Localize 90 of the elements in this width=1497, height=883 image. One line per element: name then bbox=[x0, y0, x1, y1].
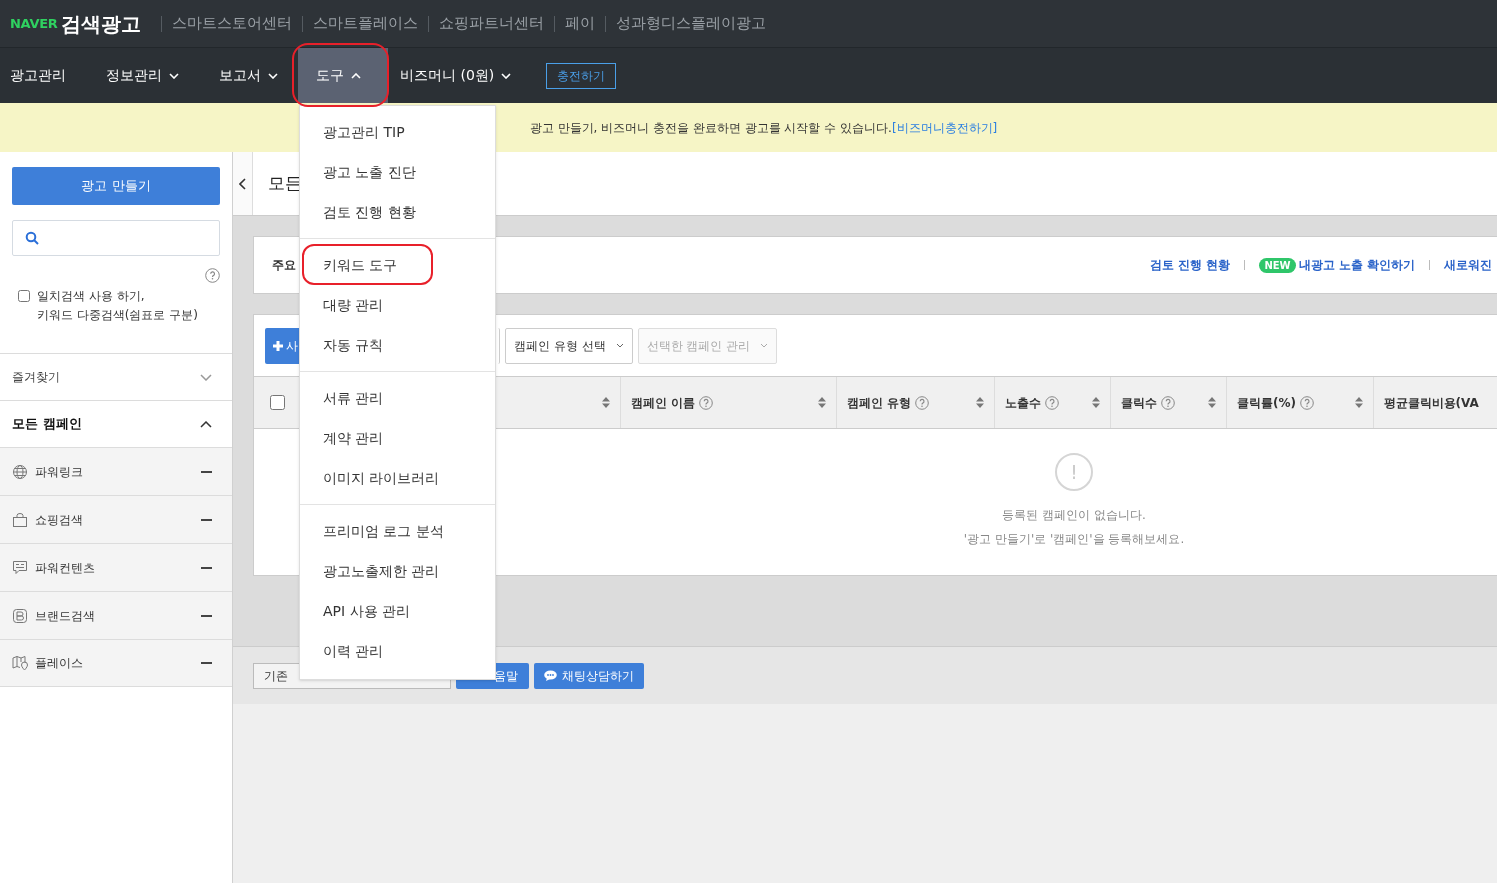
menu-item[interactable]: 검토 진행 현황 bbox=[300, 192, 495, 232]
chevron-icon bbox=[760, 343, 769, 348]
chevron-left-icon bbox=[239, 177, 246, 190]
nav-tab[interactable]: 보고서 bbox=[209, 48, 298, 103]
menu-item[interactable]: API 사용 관리 bbox=[300, 591, 495, 631]
chat-icon bbox=[544, 670, 557, 681]
minus-icon bbox=[201, 614, 212, 617]
help-icon bbox=[699, 395, 714, 410]
menu-item[interactable]: 광고 노출 진단 bbox=[300, 152, 495, 192]
create-ad-button[interactable]: 광고 만들기 bbox=[12, 167, 220, 205]
search-icon bbox=[25, 231, 39, 245]
banner-message: 광고 만들기, 비즈머니 충전을 완료하면 광고를 시작할 수 있습니다. bbox=[529, 119, 892, 137]
notice-link[interactable]: 검토 진행 현황 bbox=[1150, 256, 1231, 274]
minus-icon bbox=[201, 566, 212, 569]
sort-icon bbox=[602, 397, 611, 408]
notice-title: 주요 bbox=[272, 257, 296, 274]
help-icon bbox=[1300, 395, 1315, 410]
sidebar-section[interactable]: 즐겨찾기 bbox=[0, 353, 232, 400]
campaign-type-item[interactable]: 파워컨텐츠 bbox=[0, 543, 232, 591]
speech-bubble-icon bbox=[12, 559, 28, 576]
brand-logo[interactable]: NAVER bbox=[10, 13, 58, 34]
sort-icon bbox=[817, 397, 826, 408]
column-header[interactable]: 캠페인 이름 bbox=[631, 393, 696, 412]
header-link[interactable]: 페이 bbox=[565, 12, 596, 35]
notice-link[interactable]: NEW 내광고 노출 확인하기 bbox=[1259, 256, 1415, 274]
exact-match-checkbox[interactable] bbox=[18, 290, 30, 302]
nav-tab[interactable]: 광고관리 bbox=[0, 48, 96, 103]
notice-link[interactable]: 새로워진 bbox=[1444, 256, 1492, 274]
minus-icon bbox=[201, 662, 212, 664]
sort-icon bbox=[1092, 397, 1101, 408]
chevron-icon bbox=[351, 72, 361, 79]
sort-icon bbox=[976, 397, 985, 408]
header-link[interactable]: 스마트플레이스 bbox=[313, 12, 419, 35]
campaign-type-item[interactable]: 브랜드검색 bbox=[0, 591, 232, 639]
column-header[interactable]: 캠페인 유형 bbox=[846, 393, 911, 412]
map-pin-icon bbox=[12, 655, 28, 671]
campaign-type-item[interactable]: 플레이스 bbox=[0, 639, 232, 687]
charge-link[interactable]: [비즈머니충전하기] bbox=[891, 118, 998, 137]
chevron-icon bbox=[501, 72, 512, 79]
page-title: 모든 bbox=[268, 171, 302, 195]
menu-item[interactable]: 계약 관리 bbox=[300, 418, 495, 458]
chevron-icon bbox=[268, 72, 278, 79]
menu-item[interactable]: 서류 관리 bbox=[300, 378, 495, 418]
header-link[interactable]: 스마트스토어센터 bbox=[172, 12, 293, 35]
menu-item[interactable]: 프리미엄 로그 분석 bbox=[300, 511, 495, 551]
help-icon bbox=[1161, 395, 1176, 410]
collapse-button[interactable] bbox=[233, 152, 253, 215]
sort-icon bbox=[1354, 397, 1363, 408]
menu-item[interactable]: 자동 규칙 bbox=[300, 325, 495, 365]
minus-icon bbox=[201, 470, 212, 473]
menu-item[interactable]: 대량 관리 bbox=[300, 285, 495, 325]
nav-tab[interactable]: 정보관리 bbox=[96, 48, 209, 103]
add-campaign-button[interactable]: 사 bbox=[265, 327, 301, 364]
help-icon bbox=[205, 268, 220, 283]
header-link[interactable]: 성과형디스플레이광고 bbox=[616, 12, 767, 35]
menu-item[interactable]: 광고노출제한 관리 bbox=[300, 551, 495, 591]
letter-b-icon bbox=[12, 607, 28, 624]
chevron-icon bbox=[200, 373, 212, 381]
charge-button[interactable]: 충전하기 bbox=[546, 62, 616, 89]
exact-match-label: 일치검색 사용 하기, 키워드 다중검색(쉼표로 구분) bbox=[37, 288, 198, 324]
campaign-type-item[interactable]: 쇼핑검색 bbox=[0, 495, 232, 543]
globe-icon bbox=[12, 463, 28, 480]
plus-icon bbox=[273, 340, 283, 351]
sort-icon bbox=[1208, 397, 1217, 408]
alert-icon: ! bbox=[1055, 453, 1093, 491]
minus-icon bbox=[201, 518, 212, 521]
new-badge: NEW bbox=[1259, 257, 1296, 273]
nav-tab[interactable]: 도구 bbox=[298, 48, 388, 103]
chevron-icon bbox=[169, 72, 179, 79]
column-header[interactable]: 클릭수 bbox=[1121, 393, 1158, 412]
header-link[interactable]: 쇼핑파트너센터 bbox=[439, 12, 545, 35]
shopping-bag-icon bbox=[12, 511, 28, 528]
column-header[interactable]: 노출수 bbox=[1005, 393, 1042, 412]
empty-message: 등록된 캠페인이 없습니다. '광고 만들기'로 '캠페인'을 등록해보세요. bbox=[963, 507, 1185, 548]
campaign-type-select[interactable]: 캠페인 유형 선택 bbox=[505, 327, 633, 364]
menu-item[interactable]: 이미지 라이브러리 bbox=[300, 458, 495, 498]
chevron-icon bbox=[615, 343, 624, 348]
help-icon bbox=[915, 395, 929, 410]
nav-tab[interactable]: 비즈머니 (0원) bbox=[388, 48, 536, 103]
column-header[interactable]: 클릭률(%) bbox=[1237, 393, 1297, 412]
help-icon bbox=[1045, 395, 1060, 410]
search-field[interactable] bbox=[12, 220, 220, 256]
select-all-checkbox[interactable] bbox=[270, 395, 286, 410]
column-header[interactable]: 평균클릭비용(VA bbox=[1383, 393, 1479, 412]
menu-item[interactable]: 광고관리 TIP bbox=[300, 112, 495, 152]
campaign-type-item[interactable]: 파워링크 bbox=[0, 447, 232, 495]
brand-title[interactable]: 검색광고 bbox=[61, 8, 142, 39]
chat-button[interactable]: 채팅상담하기 bbox=[534, 662, 644, 689]
chevron-icon bbox=[200, 420, 212, 428]
menu-item[interactable]: 이력 관리 bbox=[300, 631, 495, 671]
